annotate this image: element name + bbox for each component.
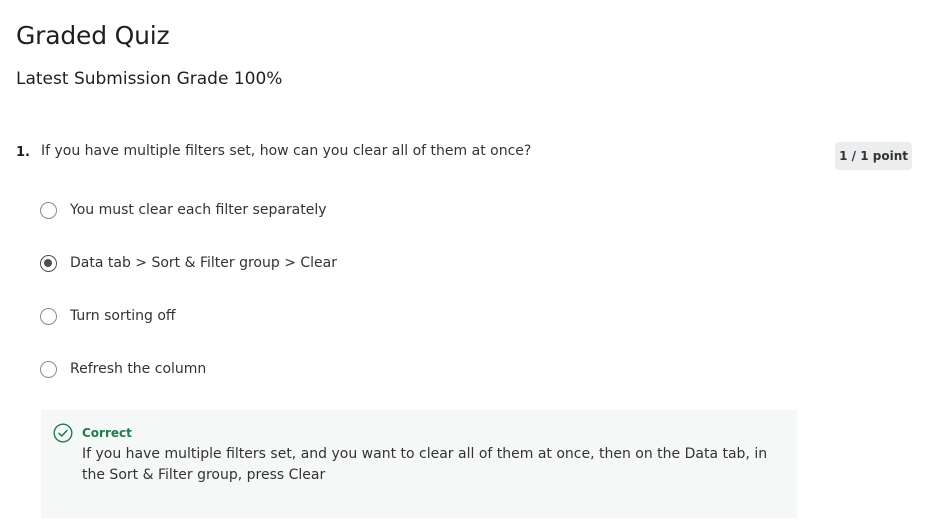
question-number: 1. xyxy=(16,145,30,160)
answer-option-label: Turn sorting off xyxy=(70,308,176,324)
radio-button[interactable] xyxy=(40,307,57,325)
check-circle-icon xyxy=(53,423,73,443)
points-badge: 1 / 1 point xyxy=(835,142,912,170)
answer-option-label: Refresh the column xyxy=(70,361,207,377)
radio-button-selected[interactable] xyxy=(40,254,57,272)
quiz-title: Graded Quiz xyxy=(16,21,170,50)
answer-option-label: Data tab > Sort & Filter group > Clear xyxy=(70,255,338,271)
latest-submission-grade: Latest Submission Grade 100% xyxy=(16,69,283,89)
answer-option-3[interactable]: Turn sorting off xyxy=(40,304,740,328)
quiz-page: Graded Quiz Latest Submission Grade 100%… xyxy=(0,0,951,532)
answer-options: You must clear each filter separately Da… xyxy=(40,198,740,410)
question-text: If you have multiple filters set, how ca… xyxy=(41,143,532,159)
answer-option-2[interactable]: Data tab > Sort & Filter group > Clear xyxy=(40,251,740,275)
radio-button[interactable] xyxy=(40,360,57,378)
answer-option-4[interactable]: Refresh the column xyxy=(40,357,740,381)
answer-option-1[interactable]: You must clear each filter separately xyxy=(40,198,740,222)
feedback-status: Correct xyxy=(82,426,132,440)
radio-button[interactable] xyxy=(40,201,57,219)
answer-option-label: You must clear each filter separately xyxy=(70,202,327,218)
question-header: 1. If you have multiple filters set, how… xyxy=(16,140,912,170)
feedback-panel: Correct If you have multiple filters set… xyxy=(41,410,797,518)
feedback-explanation: If you have multiple filters set, and yo… xyxy=(82,446,768,483)
